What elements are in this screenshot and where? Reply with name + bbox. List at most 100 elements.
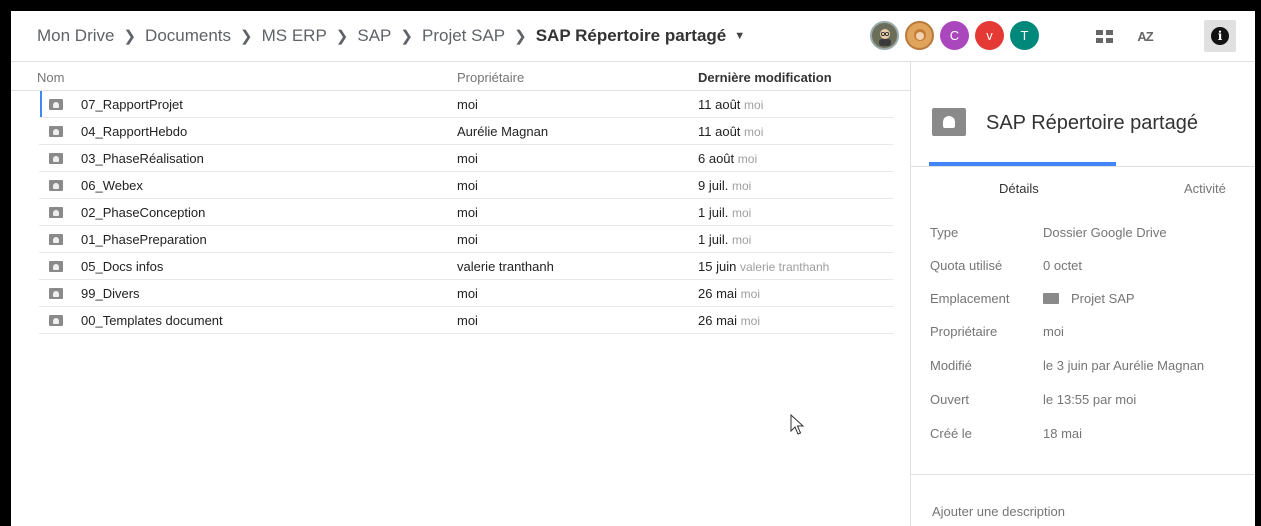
info-icon: i	[1211, 27, 1229, 45]
shared-folder-icon	[932, 108, 966, 136]
shared-folder-icon	[49, 315, 63, 326]
file-date: 11 août	[698, 97, 741, 112]
file-date: 11 août	[698, 124, 741, 139]
file-date: 9 juil.	[698, 178, 729, 193]
shared-folder-icon	[49, 261, 63, 272]
chevron-right-icon: ❯	[400, 28, 413, 45]
breadcrumb: Mon Drive ❯ Documents ❯ MS ERP ❯ SAP ❯ P…	[37, 11, 745, 61]
chevron-right-icon: ❯	[335, 28, 349, 45]
chevron-right-icon: ❯	[123, 28, 137, 45]
file-modified-by: moi	[731, 233, 752, 247]
table-row[interactable]: 05_Docs infos valerie tranthanh 15 juin …	[11, 253, 910, 280]
avatar-user-t[interactable]: T	[1010, 21, 1039, 50]
detail-label-created: Créé le	[930, 426, 972, 441]
detail-label-opened: Ouvert	[930, 392, 970, 407]
table-row[interactable]: 07_RapportProjet moi 11 août moi	[11, 91, 910, 118]
detail-label-modified: Modifié	[930, 358, 972, 373]
file-name: 00_Templates document	[81, 313, 223, 328]
table-row[interactable]: 02_PhaseConception moi 1 juil. moi	[11, 199, 910, 226]
tab-divider	[911, 166, 1255, 167]
file-name: 05_Docs infos	[81, 259, 164, 274]
detail-value-type: Dossier Google Drive	[1043, 225, 1167, 240]
file-owner: moi	[457, 97, 478, 112]
shared-folder-icon	[49, 234, 63, 245]
top-bar: Mon Drive ❯ Documents ❯ MS ERP ❯ SAP ❯ P…	[11, 11, 1255, 62]
grid-view-icon	[1095, 29, 1113, 43]
detail-label-quota: Quota utilisé	[930, 258, 1003, 273]
detail-label-location: Emplacement	[930, 291, 1010, 306]
sort-button[interactable]: AZ	[1132, 23, 1158, 49]
table-row[interactable]: 99_Divers moi 26 mai moi	[11, 280, 910, 307]
shared-folder-icon	[49, 153, 63, 164]
file-modified-by: moi	[740, 287, 760, 301]
panel-divider	[911, 474, 1255, 475]
tab-details[interactable]: Détails	[999, 181, 1039, 196]
avatar-user-1[interactable]	[870, 21, 899, 50]
list-header: Nom Propriétaire Dernière modification	[11, 62, 910, 91]
file-name: 06_Webex	[81, 178, 143, 193]
chevron-right-icon: ❯	[240, 28, 253, 45]
avatar-letter: C	[949, 28, 960, 43]
file-modified-by: moi	[731, 206, 752, 220]
detail-value-location[interactable]: Projet SAP	[1043, 291, 1135, 306]
shared-folder-icon	[49, 288, 63, 299]
column-header-name[interactable]: Nom	[37, 70, 64, 85]
file-date: 26 mai	[698, 313, 738, 328]
breadcrumb-ms-erp[interactable]: MS ERP	[262, 26, 327, 46]
avatar-user-c[interactable]: C	[940, 21, 969, 50]
panel-title: SAP Répertoire partagé	[986, 112, 1198, 134]
shared-folder-icon	[49, 99, 63, 110]
info-button[interactable]: i	[1204, 20, 1236, 52]
file-owner: moi	[457, 151, 478, 166]
file-date: 15 juin	[698, 259, 737, 274]
file-name: 07_RapportProjet	[81, 97, 183, 112]
column-header-modified[interactable]: Dernière modification	[698, 70, 832, 85]
file-date: 6 août	[698, 151, 735, 166]
grid-view-button[interactable]	[1091, 23, 1117, 49]
file-date: 26 mai	[698, 286, 738, 301]
avatar-user-2[interactable]	[905, 21, 934, 50]
file-modified-by: moi	[744, 98, 764, 112]
detail-value-modified: le 3 juin par Aurélie Magnan	[1043, 358, 1205, 373]
column-header-owner[interactable]: Propriétaire	[457, 70, 524, 85]
detail-value-opened: le 13:55 par moi	[1043, 392, 1137, 407]
file-date: 1 juil.	[698, 205, 729, 220]
file-name: 04_RapportHebdo	[81, 124, 188, 139]
file-name: 99_Divers	[81, 286, 140, 301]
file-name: 02_PhaseConception	[81, 205, 206, 220]
mouse-cursor-icon	[790, 414, 805, 435]
chevron-right-icon: ❯	[514, 28, 527, 45]
breadcrumb-projet-sap[interactable]: Projet SAP	[422, 26, 505, 46]
file-modified-by: moi	[740, 314, 760, 328]
file-owner: moi	[457, 313, 478, 328]
dropdown-arrow-icon[interactable]: ▼	[734, 30, 745, 42]
file-owner: valerie tranthanh	[457, 259, 554, 274]
table-row[interactable]: 01_PhasePreparation moi 1 juil. moi	[11, 226, 910, 253]
file-owner: Aurélie Magnan	[457, 124, 549, 139]
table-row[interactable]: 03_PhaseRéalisation moi 6 août moi	[11, 145, 910, 172]
avatar-letter: v	[986, 28, 993, 43]
shared-users: C v T	[870, 21, 1045, 50]
file-modified-by: valerie tranthanh	[739, 260, 830, 274]
avatar-user-v[interactable]: v	[975, 21, 1004, 50]
detail-value-quota: 0 octet	[1043, 258, 1083, 273]
detail-value-owner: moi	[1043, 324, 1064, 339]
file-modified-by: moi	[737, 152, 758, 166]
breadcrumb-sap[interactable]: SAP	[357, 26, 391, 46]
table-row[interactable]: 06_Webex moi 9 juil. moi	[11, 172, 910, 199]
breadcrumb-mon-drive[interactable]: Mon Drive	[37, 26, 114, 46]
table-row[interactable]: 00_Templates document moi 26 mai moi	[11, 307, 910, 334]
file-name: 03_PhaseRéalisation	[81, 151, 204, 166]
breadcrumb-documents[interactable]: Documents	[145, 26, 231, 46]
add-description-field[interactable]: Ajouter une description	[932, 504, 1065, 519]
breadcrumb-current-folder[interactable]: SAP Répertoire partagé	[536, 26, 727, 46]
location-link[interactable]: Projet SAP	[1071, 291, 1135, 306]
file-name: 01_PhasePreparation	[81, 232, 207, 247]
active-tab-indicator	[929, 162, 1116, 166]
detail-label-owner: Propriétaire	[930, 324, 998, 339]
details-panel: SAP Répertoire partagé Détails Activité …	[911, 62, 1255, 526]
file-owner: moi	[457, 205, 478, 220]
file-modified-by: moi	[744, 125, 764, 139]
tab-activity[interactable]: Activité	[1184, 181, 1226, 196]
table-row[interactable]: 04_RapportHebdo Aurélie Magnan 11 août m…	[11, 118, 910, 145]
